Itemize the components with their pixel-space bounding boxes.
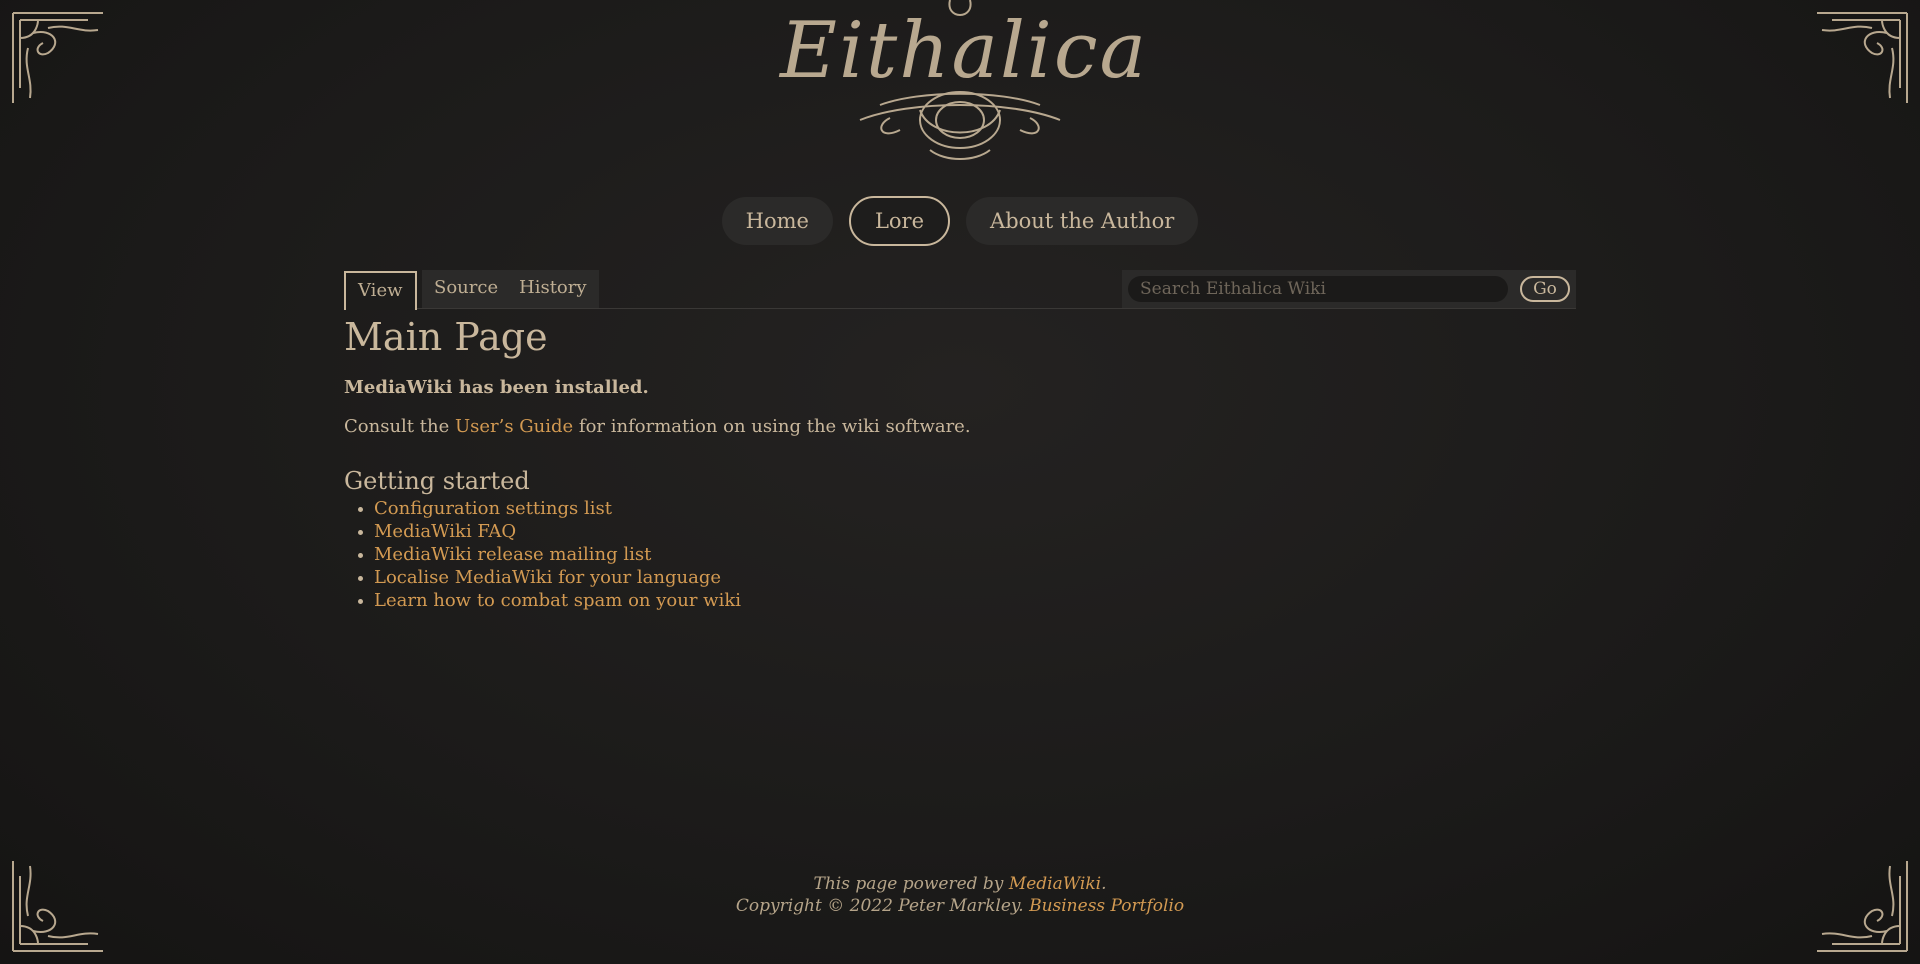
search-go-button[interactable]: Go (1520, 276, 1570, 302)
powered-text: This page powered by (813, 874, 1009, 894)
corner-ornament-icon (8, 8, 108, 108)
powered-period: . (1101, 874, 1107, 894)
nav-lore-button[interactable]: Lore (848, 196, 951, 246)
config-settings-link[interactable]: Configuration settings list (374, 498, 612, 519)
nav-about-button[interactable]: About the Author (966, 197, 1199, 245)
getting-started-list: Configuration settings list MediaWiki FA… (344, 497, 1576, 612)
portfolio-link[interactable]: Business Portfolio (1029, 896, 1184, 916)
combat-spam-link[interactable]: Learn how to combat spam on your wiki (374, 590, 741, 611)
users-guide-link[interactable]: User’s Guide (455, 416, 573, 437)
footer-copyright: Copyright © 2022 Peter Markley. Business… (0, 896, 1920, 916)
installed-notice: MediaWiki has been installed. (344, 377, 649, 398)
logo-text: Eithalica (780, 6, 1149, 96)
page-tabs-bar: View Source History Search Eithalica Wik… (344, 270, 1576, 310)
tab-view[interactable]: View (344, 271, 417, 310)
search-input[interactable]: Search Eithalica Wiki (1128, 276, 1508, 302)
list-item: Localise MediaWiki for your language (358, 566, 1576, 589)
faq-link[interactable]: MediaWiki FAQ (374, 521, 516, 542)
consult-text-post: for information on using the wiki softwa… (573, 416, 971, 437)
search-form: Search Eithalica Wiki Go (1122, 270, 1576, 308)
list-item: Learn how to combat spam on your wiki (358, 589, 1576, 612)
nav-home-button[interactable]: Home (721, 197, 833, 245)
list-item: Configuration settings list (358, 497, 1576, 520)
tab-source[interactable]: Source (422, 270, 511, 308)
main-content: Main Page MediaWiki has been installed. … (344, 315, 1576, 612)
mailing-list-link[interactable]: MediaWiki release mailing list (374, 544, 651, 565)
tab-history[interactable]: History (507, 270, 599, 308)
site-logo[interactable]: Eithalica (780, 0, 1149, 170)
consult-paragraph: Consult the User’s Guide for information… (344, 416, 1576, 437)
localise-link[interactable]: Localise MediaWiki for your language (374, 567, 721, 588)
section-heading: Getting started (344, 467, 530, 495)
mediawiki-link[interactable]: MediaWiki (1009, 874, 1101, 894)
copyright-text: Copyright © 2022 Peter Markley. (735, 896, 1030, 916)
footer-powered: This page powered by MediaWiki. (0, 874, 1920, 894)
list-item: MediaWiki release mailing list (358, 543, 1576, 566)
consult-text-pre: Consult the (344, 416, 455, 437)
page-title: Main Page (344, 315, 548, 359)
corner-ornament-icon (1812, 8, 1912, 108)
list-item: MediaWiki FAQ (358, 520, 1576, 543)
main-nav: Home Lore About the Author (0, 196, 1920, 246)
